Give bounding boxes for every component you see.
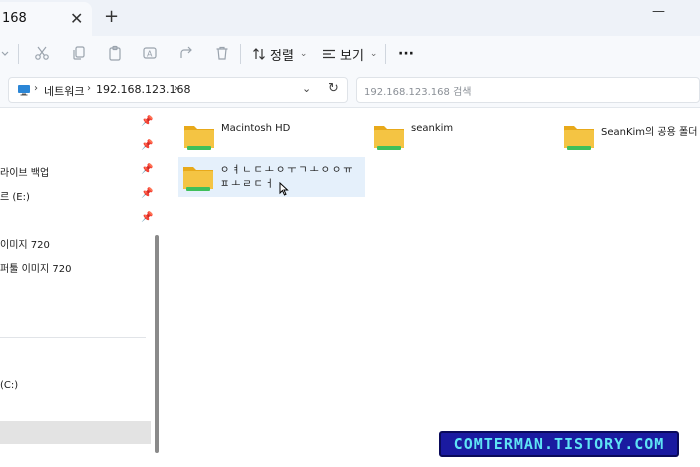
view-label: 보기 xyxy=(340,48,364,64)
chevron-right-icon: › xyxy=(87,83,91,94)
delete-icon[interactable] xyxy=(213,44,231,62)
sidebar-item-backup[interactable]: 라이브 백업 📌 xyxy=(0,160,154,182)
sidebar-scrollbar-thumb[interactable] xyxy=(155,235,159,453)
more-options-icon[interactable]: ··· xyxy=(398,44,414,64)
sidebar-item-drive-e[interactable]: 르 (E:) 📌 xyxy=(0,184,154,206)
pin-icon: 📌 xyxy=(141,140,154,151)
minimize-icon[interactable]: — xyxy=(652,4,665,19)
chevron-down-icon: ⌄ xyxy=(299,49,308,59)
command-bar: A 정렬 ⌄ 보기 ⌄ ··· xyxy=(0,36,700,72)
sort-icon xyxy=(253,48,265,60)
network-folder-icon xyxy=(183,167,213,191)
sidebar-divider xyxy=(0,337,146,338)
chevron-right-icon: › xyxy=(34,83,38,94)
sort-button[interactable]: 정렬 ⌄ xyxy=(252,44,307,64)
sidebar-item-tool-images-720[interactable]: 퍼툴 이미지 720 xyxy=(0,256,150,278)
folder-name: seankim xyxy=(411,123,454,134)
pin-icon: 📌 xyxy=(141,212,154,223)
search-input[interactable]: 192.168.123.168 검색 xyxy=(356,77,700,103)
folder-item[interactable]: seankim xyxy=(369,116,555,156)
tab-active[interactable]: 168 ✕ xyxy=(0,2,92,36)
sidebar-item-label: 이미지 720 xyxy=(0,240,50,251)
folder-name: Macintosh HD xyxy=(221,123,291,134)
sidebar-item-drive-c[interactable]: (C:) xyxy=(0,376,150,398)
new-tab-icon[interactable]: + xyxy=(104,6,119,27)
toolbar-divider xyxy=(240,44,241,64)
rename-icon[interactable]: A xyxy=(141,44,159,62)
folder-item[interactable]: SeanKim의 공용 폴더 xyxy=(559,116,699,156)
paste-icon[interactable] xyxy=(106,44,124,62)
folder-item-selected[interactable]: ㅇㅕㄴㄷㅗㅇㅜㄱㅗㅇㅇㅠㅍㅗㄹㄷㅓ xyxy=(178,157,365,197)
sidebar-item-label: (C:) xyxy=(0,380,19,391)
view-icon xyxy=(323,49,335,59)
tab-close-icon[interactable]: ✕ xyxy=(70,9,83,28)
watermark-badge: COMTERMAN.TISTORY.COM xyxy=(439,431,679,457)
cut-icon[interactable] xyxy=(33,44,51,62)
navigation-pane: 📌 📌 라이브 백업 📌 르 (E:) 📌 📌 이미지 720 퍼툴 이미지 7… xyxy=(0,108,163,467)
tab-title: 168 xyxy=(2,11,27,26)
sidebar-item-images-720[interactable]: 이미지 720 xyxy=(0,232,150,254)
sidebar-item[interactable]: 📌 xyxy=(0,208,154,230)
toolbar-divider xyxy=(385,44,386,64)
network-folder-icon xyxy=(184,126,214,150)
file-view: Macintosh HD seankim SeanKim의 공용 폴더 ㅇㅕㄴㄷ… xyxy=(163,108,700,467)
svg-text:A: A xyxy=(147,50,153,59)
address-history-icon[interactable]: ⌄ xyxy=(302,82,311,95)
network-folder-icon xyxy=(564,126,594,150)
chevron-right-icon: › xyxy=(174,83,178,94)
toolbar-divider xyxy=(18,44,19,64)
folder-name: ㅇㅕㄴㄷㅗㅇㅜㄱㅗㅇㅇㅠㅍㅗㄹㄷㅓ xyxy=(220,165,355,190)
refresh-icon[interactable]: ↻ xyxy=(328,81,339,96)
address-bar[interactable]: › 네트워크 › 192.168.123.168 › ⌄ ↻ xyxy=(8,77,348,103)
mouse-pointer-icon xyxy=(279,182,289,196)
folder-name: SeanKim의 공용 폴더 xyxy=(601,127,698,138)
pin-icon: 📌 xyxy=(141,164,154,175)
sidebar-item[interactable]: 📌 xyxy=(0,112,154,134)
pin-icon: 📌 xyxy=(141,116,154,127)
sidebar-item-label: 르 (E:) xyxy=(0,192,30,203)
view-button[interactable]: 보기 ⌄ xyxy=(322,44,377,64)
watermark-text: COMTERMAN.TISTORY.COM xyxy=(453,435,665,453)
copy-icon[interactable] xyxy=(70,44,88,62)
sidebar-item-selected[interactable] xyxy=(0,421,151,444)
sidebar-item-label: 퍼툴 이미지 720 xyxy=(0,264,72,275)
sidebar-item[interactable]: 📌 xyxy=(0,136,154,158)
monitor-icon xyxy=(18,85,30,96)
network-folder-icon xyxy=(374,126,404,150)
sidebar-item-label: 라이브 백업 xyxy=(0,168,50,179)
chevron-down-icon[interactable] xyxy=(0,45,10,63)
search-placeholder: 192.168.123.168 검색 xyxy=(364,87,472,98)
address-row: › 네트워크 › 192.168.123.168 › ⌄ ↻ 192.168.1… xyxy=(0,72,700,108)
folder-item[interactable]: Macintosh HD xyxy=(179,116,365,156)
sort-label: 정렬 xyxy=(270,48,294,64)
tab-strip: 168 ✕ + — xyxy=(0,0,700,36)
share-icon[interactable] xyxy=(177,44,195,62)
chevron-down-icon: ⌄ xyxy=(369,49,378,59)
breadcrumb-network[interactable]: 네트워크 xyxy=(44,83,84,99)
pin-icon: 📌 xyxy=(141,188,154,199)
